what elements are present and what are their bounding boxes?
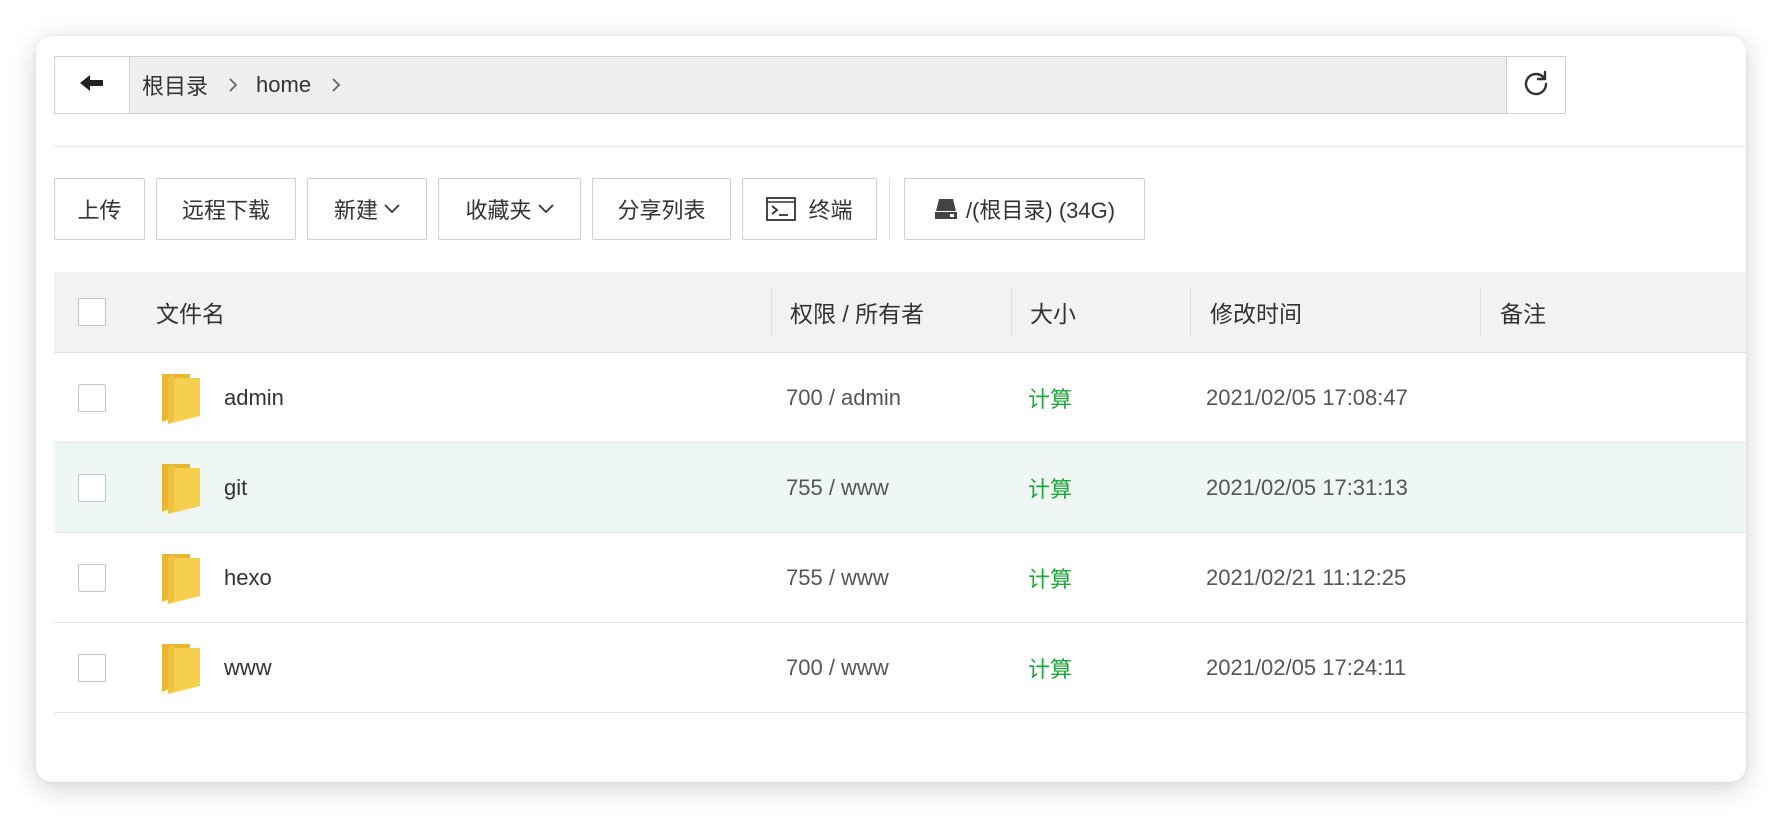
disk-icon (934, 198, 958, 220)
terminal-icon (766, 197, 797, 221)
remote-download-label: 远程下载 (181, 198, 270, 223)
refresh-button[interactable] (1506, 57, 1565, 113)
table-row[interactable]: admin 700 / admin 计算 2021/02/05 17:08:47 (54, 353, 1746, 443)
file-table: 文件名 权限 / 所有者 大小 修改时间 备注 admin 700 / admi… (54, 272, 1746, 713)
chevron-right-icon (228, 77, 238, 93)
new-button[interactable]: 新建 (307, 178, 427, 240)
file-mtime: 2021/02/05 17:24:11 (1206, 654, 1407, 680)
terminal-label: 终端 (808, 198, 853, 223)
disk-label: /(根目录) (34G) (965, 198, 1116, 223)
row-checkbox-cell (78, 533, 106, 622)
file-name[interactable]: git (224, 443, 247, 532)
share-list-label: 分享列表 (617, 198, 706, 223)
remote-download-button[interactable]: 远程下载 (156, 178, 296, 240)
header-name[interactable]: 文件名 (156, 272, 225, 352)
folder-icon (160, 443, 202, 532)
row-checkbox[interactable] (78, 653, 106, 682)
column-divider (1011, 288, 1012, 336)
size-calc-link[interactable]: 计算 (1028, 623, 1072, 712)
file-name[interactable]: hexo (224, 533, 272, 622)
chevron-right-icon (331, 77, 341, 93)
table-row[interactable]: git 755 / www 计算 2021/02/05 17:31:13 (54, 443, 1746, 533)
file-perm[interactable]: 755 / www (786, 533, 889, 622)
header-perm-owner[interactable]: 权限 / 所有者 (790, 272, 924, 352)
toolbar-divider (889, 178, 890, 240)
size-calc-link[interactable]: 计算 (1028, 443, 1072, 532)
file-perm[interactable]: 700 / admin (786, 353, 901, 442)
row-checkbox-cell (78, 623, 106, 712)
table-row[interactable]: www 700 / www 计算 2021/02/05 17:24:11 (54, 623, 1746, 713)
file-manager-window: 根目录 home 上传 远程下载 新建 收藏夹 分享列表 终端 /(根目录) (… (36, 36, 1746, 782)
chevron-down-icon (384, 204, 400, 214)
file-perm[interactable]: 755 / www (786, 443, 889, 532)
file-name[interactable]: admin (224, 353, 284, 442)
column-divider (1190, 288, 1191, 336)
row-checkbox-cell (78, 353, 106, 442)
upload-button[interactable]: 上传 (54, 178, 145, 240)
file-mtime: 2021/02/05 17:31:13 (1206, 474, 1408, 500)
breadcrumb: 根目录 home (130, 57, 1506, 113)
share-list-button[interactable]: 分享列表 (592, 178, 731, 240)
row-checkbox[interactable] (78, 383, 106, 412)
row-checkbox[interactable] (78, 473, 106, 502)
upload-label: 上传 (77, 198, 122, 223)
chevron-down-icon (537, 204, 554, 214)
select-all-checkbox[interactable] (78, 298, 106, 326)
favorites-label: 收藏夹 (465, 198, 532, 223)
file-mtime: 2021/02/21 11:12:25 (1206, 564, 1407, 590)
column-divider (1480, 288, 1481, 336)
table-row[interactable]: hexo 755 / www 计算 2021/02/21 11:12:25 (54, 533, 1746, 623)
path-bar: 根目录 home (54, 56, 1566, 114)
table-header: 文件名 权限 / 所有者 大小 修改时间 备注 (54, 272, 1746, 353)
arrow-left-icon (79, 73, 105, 98)
disk-button[interactable]: /(根目录) (34G) (904, 178, 1145, 240)
folder-icon (160, 353, 202, 442)
file-mtime: 2021/02/05 17:08:47 (1206, 384, 1408, 410)
column-divider (771, 288, 772, 336)
folder-icon (160, 623, 202, 712)
size-calc-link[interactable]: 计算 (1028, 353, 1072, 442)
breadcrumb-root[interactable]: 根目录 (142, 69, 208, 101)
breadcrumb-home[interactable]: home (256, 72, 311, 98)
new-label: 新建 (333, 198, 378, 223)
row-checkbox-cell (78, 443, 106, 532)
terminal-button[interactable]: 终端 (742, 178, 877, 240)
header-note[interactable]: 备注 (1500, 272, 1546, 352)
favorites-button[interactable]: 收藏夹 (438, 178, 581, 240)
file-name[interactable]: www (224, 623, 272, 712)
header-size[interactable]: 大小 (1030, 272, 1076, 352)
header-checkbox-cell (78, 272, 106, 352)
size-calc-link[interactable]: 计算 (1028, 533, 1072, 622)
file-perm[interactable]: 700 / www (786, 623, 889, 712)
header-mtime[interactable]: 修改时间 (1210, 272, 1302, 352)
row-checkbox[interactable] (78, 563, 106, 592)
header-divider (54, 146, 1746, 147)
refresh-icon (1522, 69, 1550, 102)
toolbar: 上传 远程下载 新建 收藏夹 分享列表 终端 /(根目录) (34G) (54, 178, 1156, 240)
folder-icon (160, 533, 202, 622)
back-button[interactable] (55, 57, 130, 113)
